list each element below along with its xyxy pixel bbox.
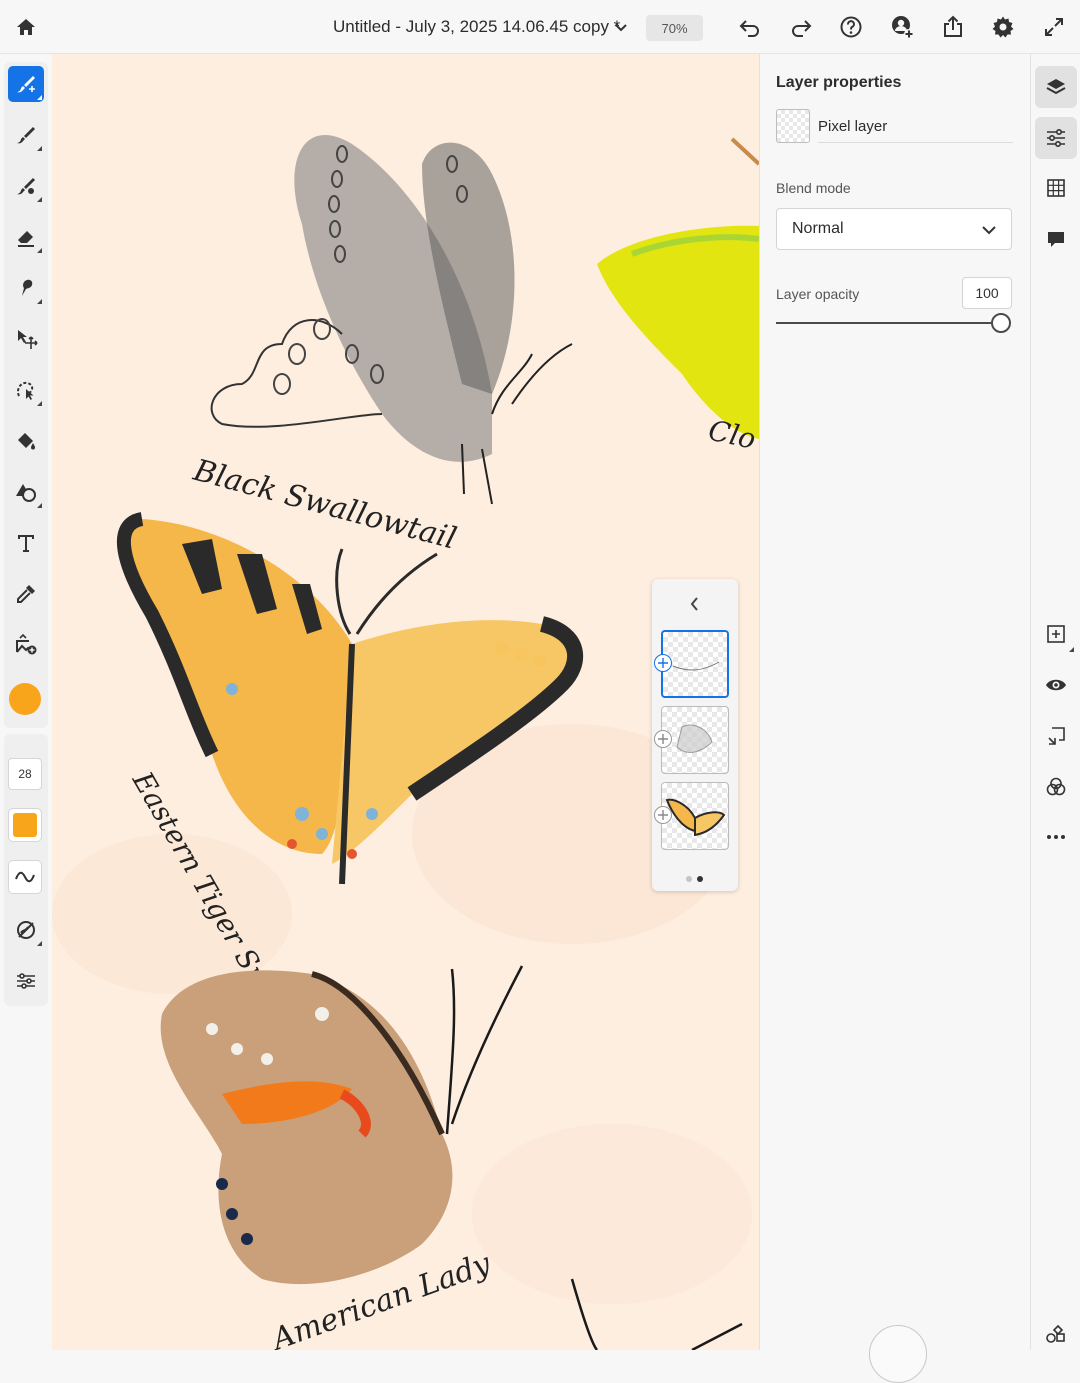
blend-mode-label: Blend mode — [776, 180, 851, 196]
layer-opacity-field[interactable]: 100 — [962, 277, 1012, 309]
layer-drag-handle[interactable] — [654, 654, 672, 672]
shape-tool[interactable] — [8, 474, 44, 510]
divider — [818, 142, 1013, 143]
layer-opacity-label: Layer opacity — [776, 286, 860, 302]
collapse-chevron-icon[interactable] — [685, 594, 705, 614]
layer-drag-handle[interactable] — [654, 806, 672, 824]
lasso-tool[interactable] — [8, 372, 44, 408]
layers-icon[interactable] — [1035, 66, 1077, 108]
merge-down-icon[interactable] — [1035, 715, 1077, 757]
document-title[interactable]: Untitled - July 3, 2025 14.06.45 copy * — [333, 17, 620, 37]
smoothing-button[interactable] — [8, 860, 42, 894]
adjustments-icon[interactable] — [1035, 117, 1077, 159]
clouded-sulphur — [597, 137, 759, 439]
layer-thumbnail — [776, 109, 810, 143]
invite-user-icon[interactable] — [888, 13, 916, 41]
brush-tool[interactable] — [8, 117, 44, 153]
lasso-icon — [17, 381, 34, 400]
text-tool[interactable] — [8, 525, 44, 561]
eraser-icon — [18, 231, 34, 247]
move-tool[interactable] — [8, 321, 44, 357]
brush-size-field[interactable]: 28 — [8, 758, 42, 790]
smudge-tool[interactable] — [8, 270, 44, 306]
move-icon — [18, 330, 38, 349]
sliders-icon — [17, 973, 35, 989]
redo-icon[interactable] — [787, 13, 815, 41]
brush-select-icon — [17, 76, 35, 93]
fullscreen-icon[interactable] — [1040, 13, 1068, 41]
panel-title: Layer properties — [776, 74, 902, 91]
tool-panel — [4, 62, 48, 728]
brush-select-tool[interactable] — [8, 66, 44, 102]
opacity-slider-thumb[interactable] — [991, 313, 1011, 333]
smoothing-icon — [15, 871, 35, 883]
blend-mode-value: Normal — [792, 220, 844, 237]
shape-icon — [16, 484, 36, 502]
add-layer-icon[interactable] — [1035, 613, 1077, 655]
zoom-level[interactable]: 70% — [646, 15, 703, 41]
black-swallowtail-sketch — [210, 135, 573, 505]
image-add-icon — [16, 633, 37, 655]
tool-options-button[interactable] — [8, 963, 44, 999]
chevron-down-icon[interactable] — [610, 16, 632, 38]
brush-settings-button[interactable] — [8, 912, 44, 948]
page-indicator — [686, 875, 706, 883]
home-icon[interactable] — [12, 13, 40, 41]
color-picker-swatch[interactable] — [9, 683, 41, 715]
touch-modifier-button[interactable] — [869, 1325, 927, 1383]
layer-thumbnail-strip — [652, 579, 738, 891]
layer-drag-handle[interactable] — [654, 730, 672, 748]
comment-icon[interactable] — [1035, 218, 1077, 260]
image-add-tool[interactable] — [8, 627, 44, 663]
undo-icon[interactable] — [736, 13, 764, 41]
american-lady — [160, 965, 524, 1285]
paint-bucket-icon — [18, 433, 35, 450]
opacity-slider-track[interactable] — [776, 322, 992, 324]
smudge-icon — [22, 279, 33, 296]
blend-mode-select[interactable]: Normal — [776, 208, 1012, 250]
mixer-brush-icon — [17, 178, 35, 195]
top-bar: Untitled - July 3, 2025 14.06.45 copy * … — [0, 0, 1080, 54]
settings-icon[interactable] — [989, 13, 1017, 41]
brush-settings-icon — [17, 921, 35, 939]
eraser-tool[interactable] — [8, 219, 44, 255]
grid-icon[interactable] — [1035, 167, 1077, 209]
help-icon[interactable] — [837, 13, 865, 41]
more-icon[interactable] — [1035, 816, 1077, 858]
eyedropper-icon — [17, 585, 35, 603]
eyedropper-tool[interactable] — [8, 576, 44, 612]
plugins-icon[interactable] — [1035, 1313, 1077, 1355]
brush-color-swatch[interactable] — [8, 808, 42, 842]
visibility-icon[interactable] — [1035, 664, 1077, 706]
paint-bucket-tool[interactable] — [8, 423, 44, 459]
share-icon[interactable] — [939, 13, 967, 41]
fill-brush-tool[interactable] — [8, 168, 44, 204]
chevron-down-icon — [979, 220, 999, 240]
layer-type: Pixel layer — [818, 118, 888, 135]
text-icon — [18, 535, 34, 552]
layer-properties-panel: Layer properties Pixel layer Blend mode … — [759, 54, 1030, 1350]
brush-icon — [17, 127, 35, 144]
right-rail — [1030, 54, 1080, 1350]
blend-icon[interactable] — [1035, 766, 1077, 808]
